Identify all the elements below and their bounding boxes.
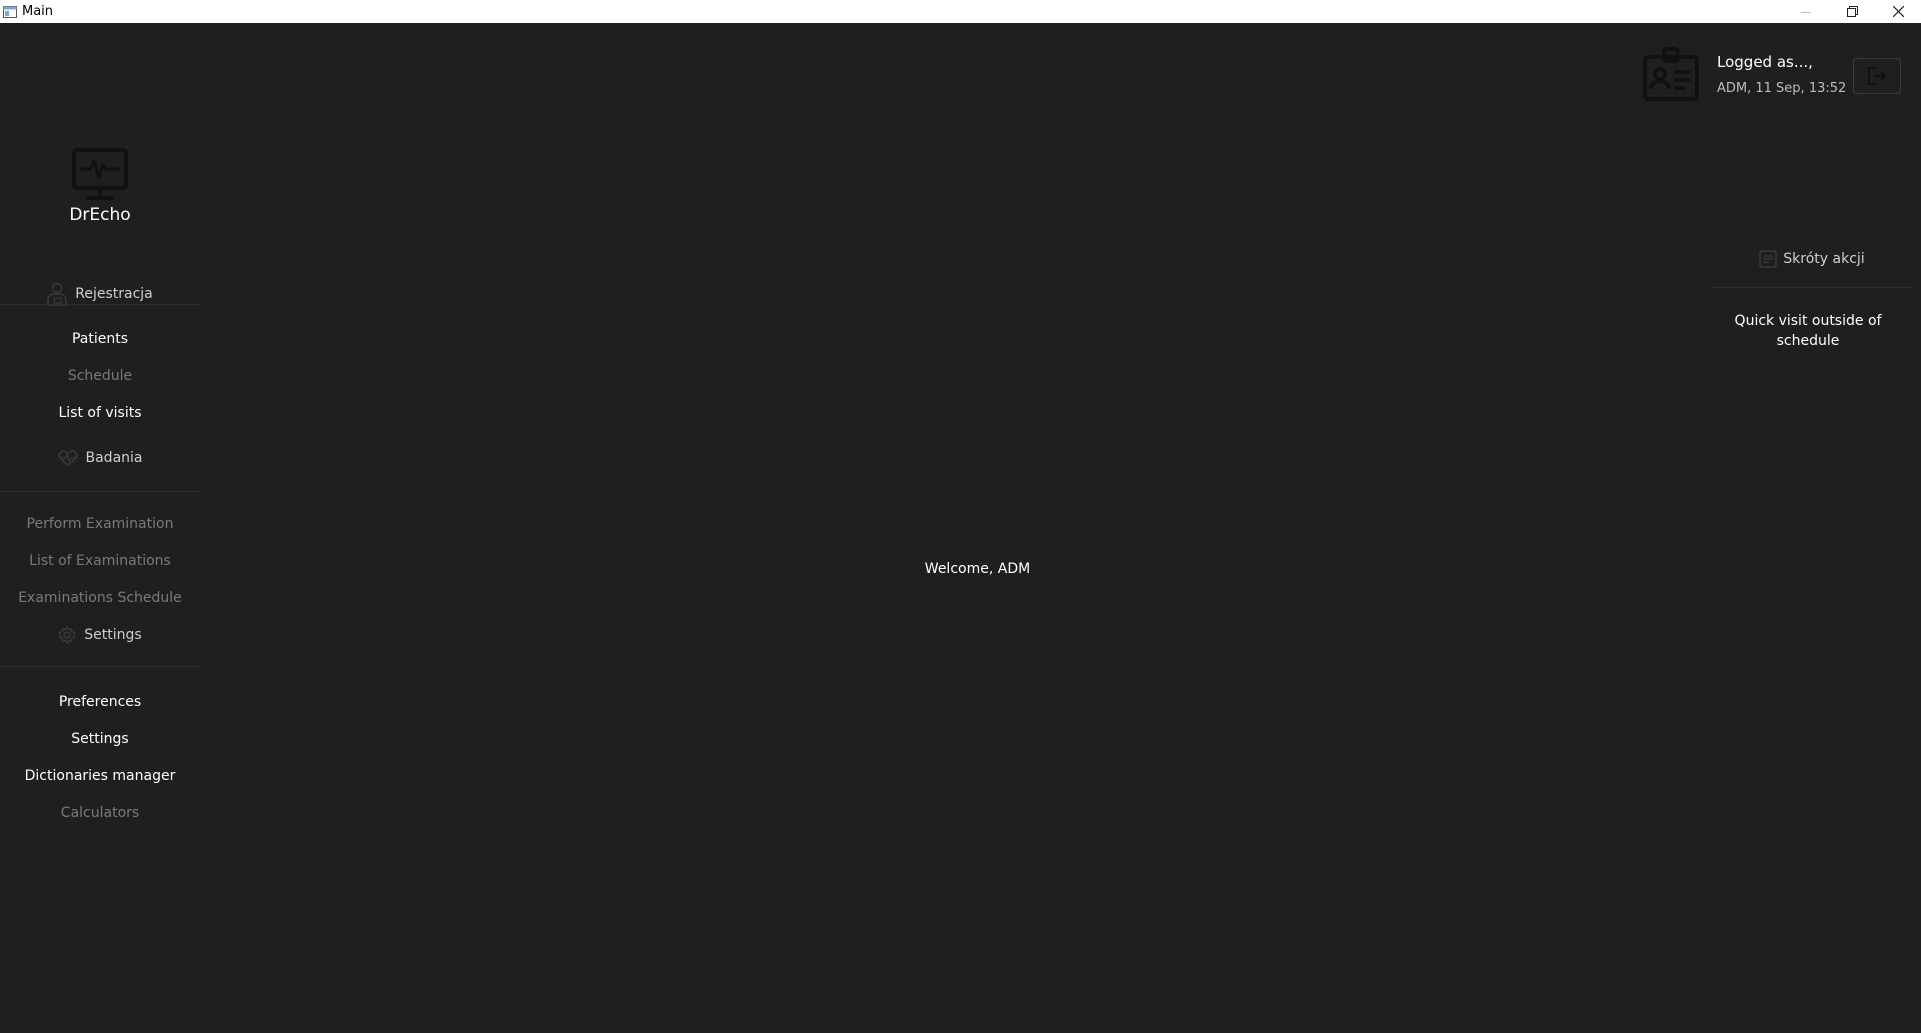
close-button[interactable]	[1875, 0, 1921, 23]
shortcuts-divider	[1712, 287, 1912, 288]
person-register-icon	[47, 282, 67, 306]
shortcuts-header-label: Skróty akcji	[1783, 251, 1865, 267]
logout-button[interactable]	[1853, 58, 1901, 94]
restore-button[interactable]	[1829, 0, 1875, 23]
app-brand: DrEcho	[69, 205, 131, 225]
nav-item-list-of-visits[interactable]: List of visits	[0, 403, 200, 423]
welcome-message: Welcome, ADM	[924, 561, 1031, 577]
session-info: ADM, 11 Sep, 13:52	[1717, 81, 1847, 96]
gear-icon	[58, 626, 76, 644]
window-titlebar: Main	[0, 0, 1921, 23]
section-divider	[0, 491, 200, 492]
nav-item-calculators[interactable]: Calculators	[0, 803, 200, 823]
section-header-label: Badania	[85, 450, 143, 466]
shortcut-quick-visit[interactable]: Quick visit outside of schedule	[1727, 311, 1889, 351]
section-header-settings: Settings	[0, 623, 200, 647]
nav-item-perform-examination[interactable]: Perform Examination	[0, 514, 200, 534]
window-title: Main	[22, 4, 54, 19]
id-badge-icon	[1643, 47, 1699, 101]
section-header-label: Settings	[84, 627, 142, 643]
nav-item-examinations-schedule[interactable]: Examinations Schedule	[0, 588, 200, 608]
shortcut-list-icon	[1759, 250, 1778, 268]
section-divider	[0, 666, 200, 667]
minimize-icon	[1801, 11, 1811, 13]
main-window: DrEcho Rejestracja Patients Schedule Lis…	[0, 23, 1921, 1033]
nav-item-dictionaries-manager[interactable]: Dictionaries manager	[0, 766, 200, 786]
sidebar: DrEcho Rejestracja Patients Schedule Lis…	[0, 23, 200, 1033]
section-header-badania: Badania	[0, 446, 200, 470]
heartbeat-icon	[58, 450, 78, 466]
nav-item-preferences[interactable]: Preferences	[0, 692, 200, 712]
monitor-heartbeat-icon	[72, 148, 128, 200]
logged-as-label: Logged as...,	[1717, 53, 1813, 71]
close-icon	[1892, 6, 1904, 17]
nav-item-patients[interactable]: Patients	[0, 329, 200, 349]
section-header-label: Rejestracja	[75, 286, 153, 302]
section-divider	[0, 304, 200, 305]
nav-item-settings[interactable]: Settings	[0, 729, 200, 749]
nav-item-schedule[interactable]: Schedule	[0, 366, 200, 386]
logout-icon	[1868, 67, 1887, 85]
minimize-button[interactable]	[1783, 0, 1829, 23]
restore-icon	[1846, 6, 1858, 17]
shortcuts-header: Skróty akcji	[1712, 248, 1912, 270]
section-header-rejestracja: Rejestracja	[0, 282, 200, 306]
app-window-icon	[3, 5, 17, 18]
